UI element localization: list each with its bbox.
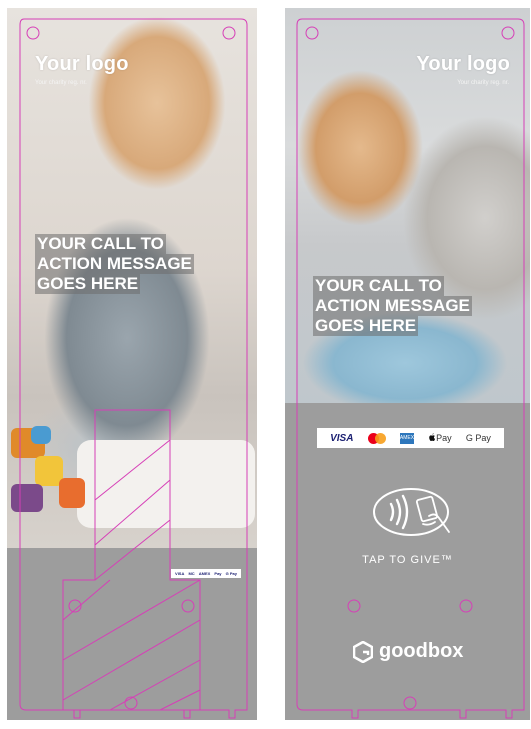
toy-block <box>59 478 85 508</box>
charity-reg-text: Your charity reg. nr. <box>35 80 87 86</box>
visa-mark: VISA <box>175 571 185 576</box>
goodbox-logo: goodbox <box>353 640 463 663</box>
left-banner: Your logo Your charity reg. nr. YOUR CAL… <box>7 8 257 720</box>
amex-mark: AMEX <box>198 571 211 576</box>
charity-reg-text: Your charity reg. nr. <box>457 80 509 86</box>
amex-mark: AMEX <box>399 432 414 444</box>
toy-block <box>31 426 51 444</box>
nebulizer-machine <box>77 440 255 528</box>
payment-methods-strip: VISA AMEX Pay G Pay <box>317 428 504 448</box>
payment-methods-strip: VISA MC AMEX Pay G Pay <box>171 569 241 578</box>
right-banner: Your logo Your charity reg. nr. YOUR CAL… <box>285 8 530 720</box>
apple-pay-mark: Pay <box>214 571 222 576</box>
cta-message: YOUR CALL TO ACTION MESSAGE GOES HERE <box>35 234 194 294</box>
brand-name: goodbox <box>379 640 464 662</box>
logo-text: Your logo <box>35 53 129 75</box>
apple-pay-mark: Pay <box>428 433 452 443</box>
cta-line: GOES HERE <box>35 274 141 294</box>
toy-block <box>11 484 43 512</box>
tap-to-give-label: TAP TO GIVE™ <box>362 554 453 566</box>
cta-message: YOUR CALL TO ACTION MESSAGE GOES HERE <box>313 276 472 336</box>
cta-line: ACTION MESSAGE <box>35 254 194 274</box>
apple-logo-icon <box>429 433 436 441</box>
cta-line: YOUR CALL TO <box>313 276 444 296</box>
logo-text: Your logo <box>416 53 510 75</box>
goodbox-logo-icon <box>353 640 373 663</box>
mastercard-mark <box>367 432 386 444</box>
contactless-tap-icon <box>373 488 450 536</box>
visa-mark: VISA <box>330 432 354 444</box>
cta-line: GOES HERE <box>313 316 419 336</box>
google-pay-mark: G Pay <box>225 571 237 576</box>
mastercard-mark: MC <box>188 571 195 576</box>
apple-pay-label: Pay <box>436 433 452 443</box>
cta-line: ACTION MESSAGE <box>313 296 472 316</box>
google-pay-mark: G Pay <box>465 433 491 443</box>
cta-line: YOUR CALL TO <box>35 234 166 254</box>
